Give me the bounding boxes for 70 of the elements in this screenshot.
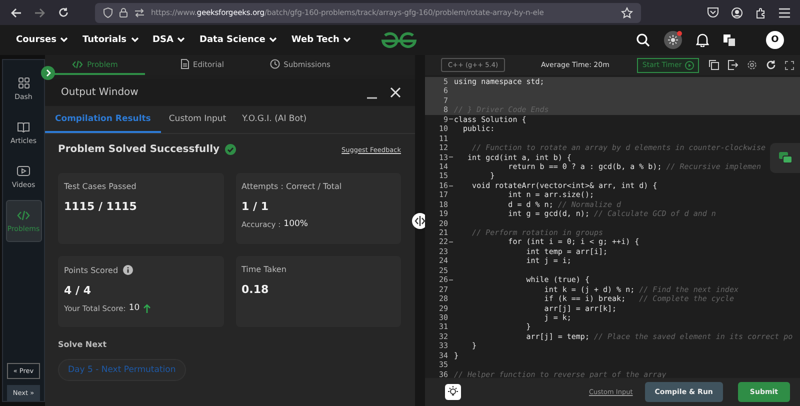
nav-menu-item[interactable]: Web Tech (291, 33, 352, 47)
logo-icon[interactable] (380, 32, 418, 48)
code-icon (72, 60, 84, 68)
card-title: Time Taken (242, 265, 286, 274)
extensions-icon[interactable] (755, 6, 767, 18)
account-icon[interactable] (731, 6, 743, 18)
card-value: 0.18 (242, 283, 269, 296)
star-icon[interactable] (621, 6, 633, 18)
reset-icon[interactable] (766, 60, 776, 70)
detail-value: 100% (284, 219, 308, 229)
back-icon[interactable] (10, 6, 22, 18)
info-icon[interactable] (123, 265, 134, 275)
result-tab[interactable]: Y.O.G.I. (AI Bot) (234, 106, 315, 133)
nav-menu-item[interactable]: Tutorials (82, 33, 139, 47)
chat-button[interactable] (770, 143, 800, 173)
fullscreen-icon[interactable] (785, 60, 794, 70)
lock-icon (119, 7, 128, 18)
menu-icon[interactable] (779, 8, 790, 18)
nav-menu-item[interactable]: Courses (16, 33, 68, 47)
close-icon[interactable] (390, 87, 401, 98)
fold-icon[interactable] (449, 241, 453, 244)
card-title: Points Scored (64, 266, 118, 274)
caret-icon (269, 37, 278, 43)
reload-icon[interactable] (58, 7, 69, 18)
status-message: Problem Solved Successfully (58, 144, 220, 155)
lightbulb-icon (447, 386, 459, 398)
check-icon (224, 144, 236, 155)
sun-icon (668, 35, 678, 45)
card-value: 1115 / 1115 (64, 200, 137, 213)
pocket-icon[interactable] (707, 7, 719, 18)
nav-menu-item[interactable]: DSA (152, 33, 186, 47)
fold-icon[interactable] (449, 118, 453, 120)
chat-icon (778, 152, 792, 164)
card-title: Test Cases Passed (64, 182, 136, 191)
detail-value: 10 (128, 303, 140, 313)
video-icon (17, 166, 30, 176)
result-tab[interactable]: Custom Input (160, 106, 234, 133)
card-title: Attempts : Correct / Total (242, 182, 342, 191)
caret-icon (60, 37, 68, 43)
hint-button[interactable] (445, 384, 461, 400)
fold-icon[interactable] (449, 278, 453, 281)
settings-icon[interactable] (747, 60, 757, 70)
expand-icon[interactable] (41, 66, 55, 80)
import-icon[interactable] (728, 60, 738, 70)
shield-icon (103, 7, 113, 18)
card-value: 1 / 1 (242, 200, 268, 213)
bell-icon[interactable] (696, 33, 709, 47)
section-heading: Solve Next (58, 340, 108, 349)
card-value: 4 / 4 (64, 284, 91, 297)
fold-icon[interactable] (449, 156, 453, 158)
document-icon (181, 59, 190, 69)
forward-icon[interactable] (34, 6, 46, 18)
user-avatar[interactable]: O (766, 31, 784, 49)
play-icon (684, 60, 694, 70)
caret-icon (343, 37, 352, 43)
grid-icon (18, 77, 30, 89)
clock-icon (270, 59, 280, 69)
caret-icon (130, 37, 139, 43)
search-icon[interactable] (636, 33, 650, 47)
theme-button[interactable] (664, 31, 682, 49)
permissions-icon[interactable] (134, 8, 145, 18)
code-icon (17, 210, 30, 220)
window-title: Output Window (61, 87, 140, 98)
copy-icon[interactable] (709, 60, 719, 70)
fold-icon[interactable] (449, 184, 453, 187)
book-icon (17, 122, 30, 132)
translate-icon[interactable] (723, 34, 736, 46)
nav-menu-item[interactable]: Data Science (199, 33, 278, 47)
caret-icon (177, 37, 186, 43)
result-tab[interactable]: Compilation Results (45, 106, 161, 133)
